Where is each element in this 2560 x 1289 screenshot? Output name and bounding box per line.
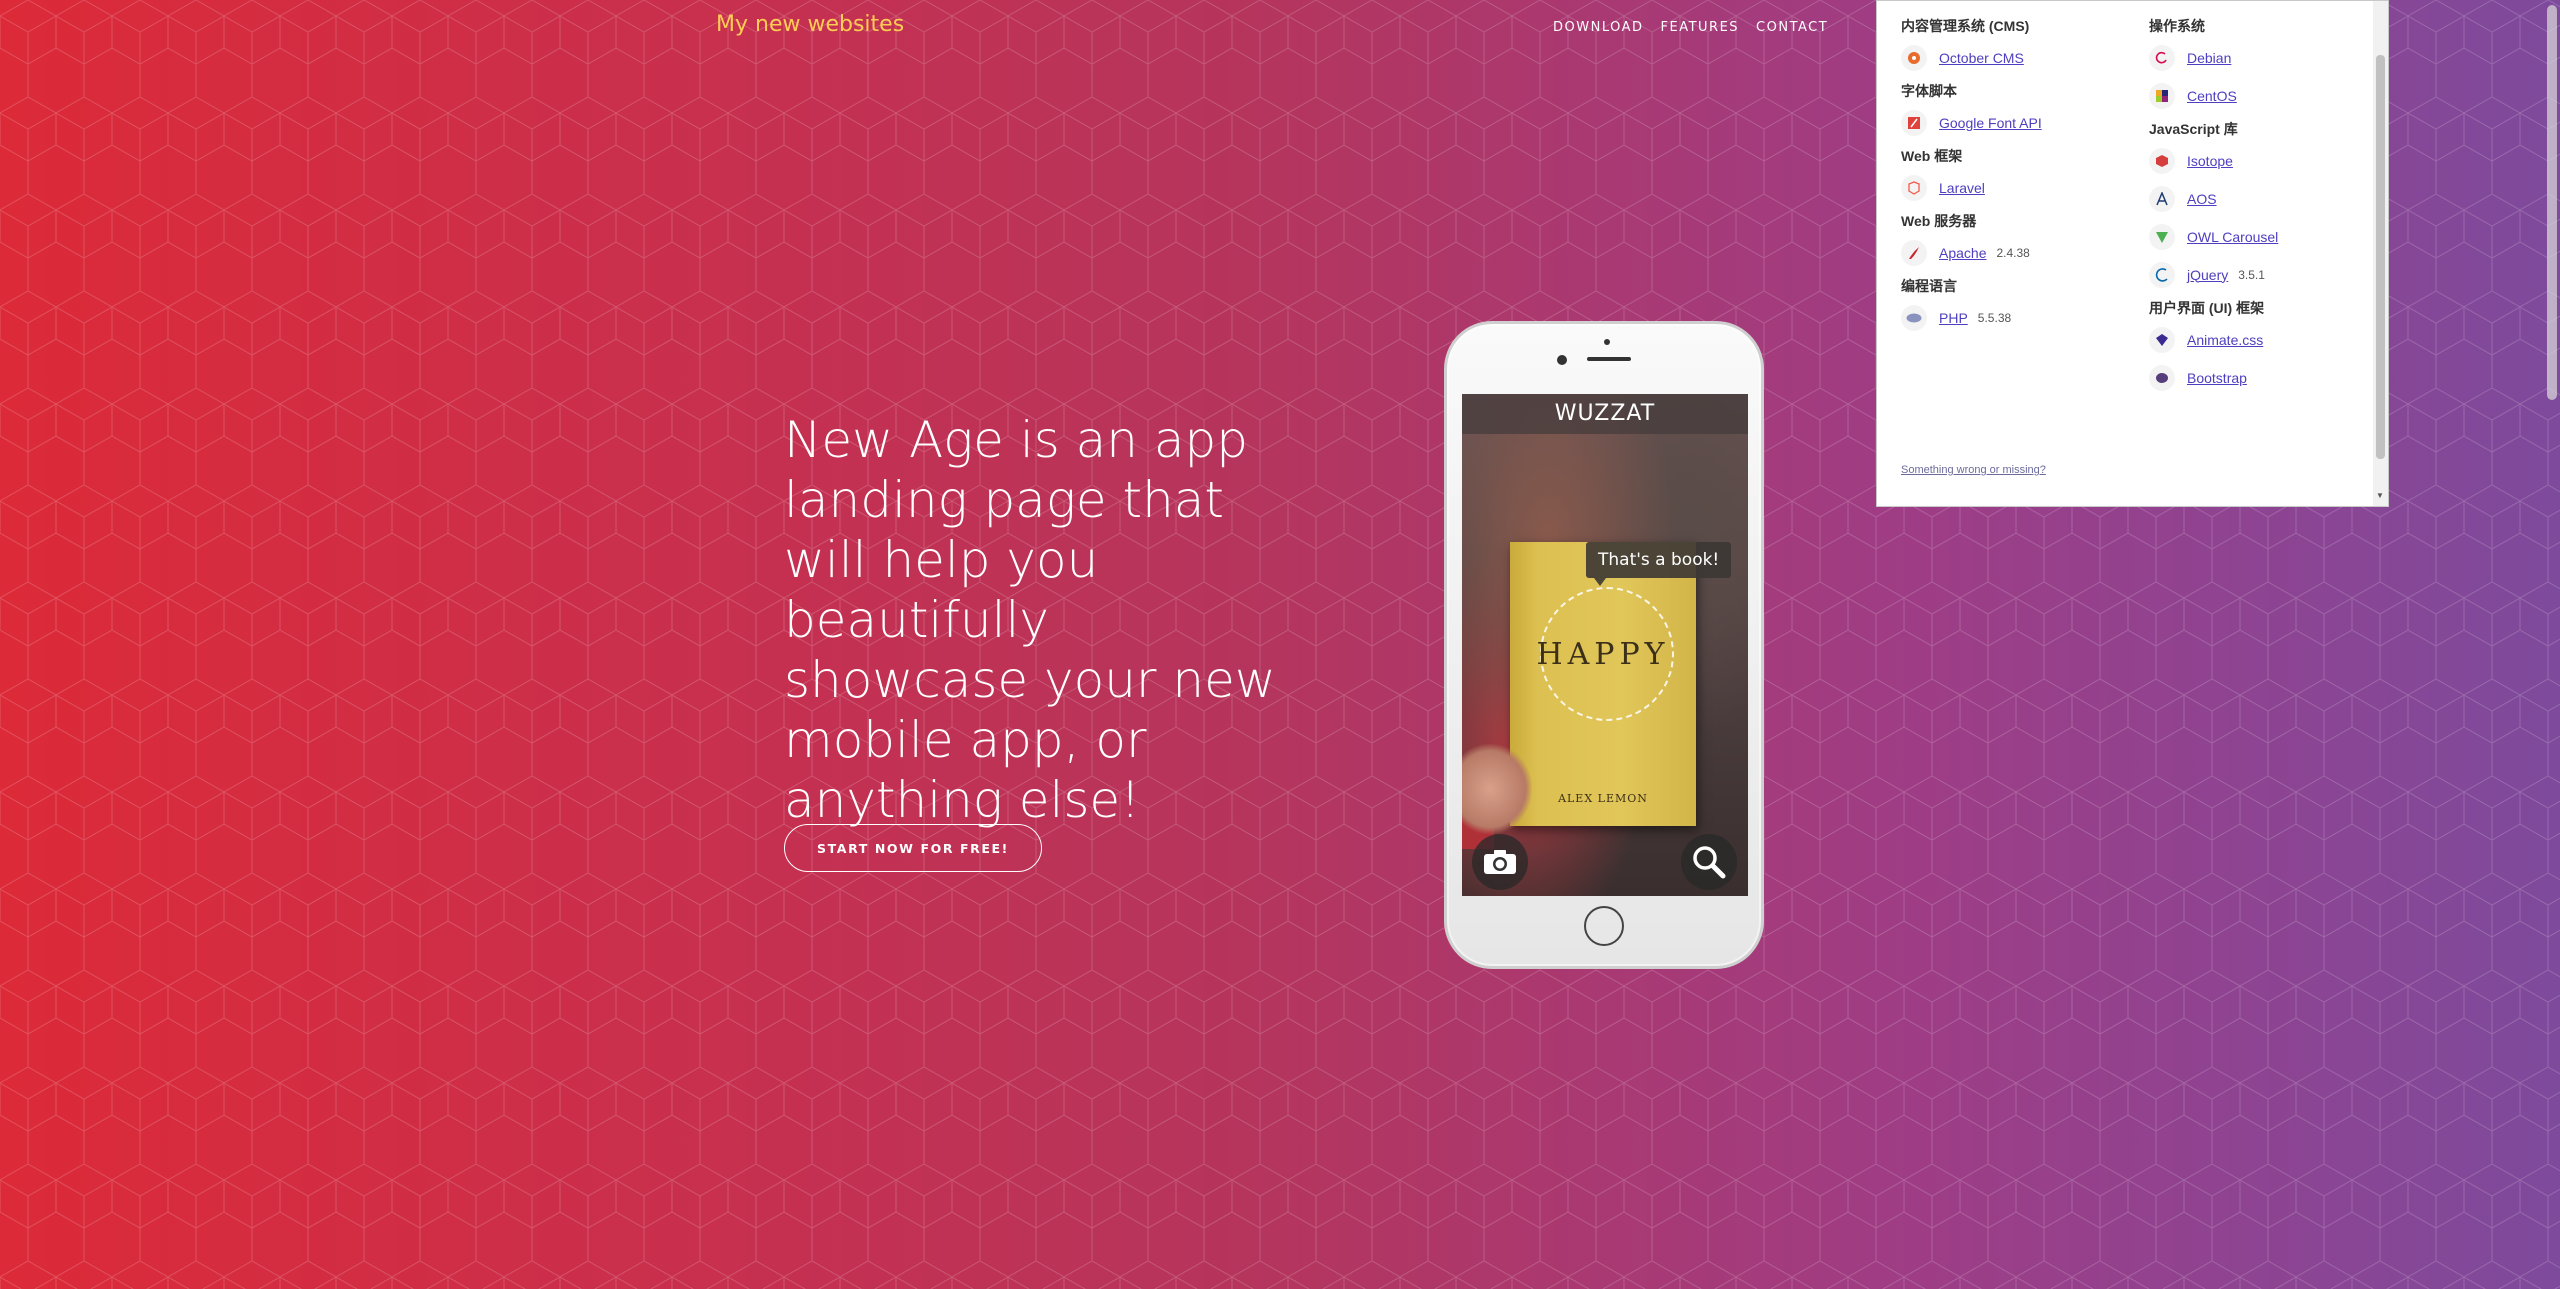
phone-sensor [1604,339,1610,345]
category-programming-languages: 编程语言 PHP 5.5.38 [1901,276,2042,332]
phone-screen: WUZZAT HAPPY ALEX LEMON That's a book! [1462,394,1748,896]
bootstrap-link[interactable]: Bootstrap [2187,370,2247,386]
hero-heading: New Age is an app landing page that will… [784,411,1276,829]
main-nav: DOWNLOAD FEATURES CONTACT [1553,20,1828,35]
tech-item: Apache 2.4.38 [1901,238,2042,267]
wappalyzer-left-column: 内容管理系统 (CMS) October CMS 字体脚本 Google Fon… [1901,16,2042,341]
jquery-version: 3.5.1 [2238,267,2265,282]
october-cms-link[interactable]: October CMS [1939,50,2024,66]
hand-image [1462,744,1532,834]
apache-link[interactable]: Apache [1939,245,1986,261]
category-label: 操作系统 [2149,18,2205,34]
panel-scrollbar-thumb[interactable] [2376,55,2385,459]
bootstrap-icon [2149,364,2175,391]
tech-item: Animate.css [2149,325,2278,354]
nav-contact[interactable]: CONTACT [1756,20,1828,35]
jquery-icon [2149,261,2175,288]
category-label: Web 框架 [1901,148,1963,164]
phone-camera [1557,355,1567,365]
search-icon [1681,834,1737,890]
tech-item: Isotope [2149,146,2278,175]
apache-icon [1901,239,1927,266]
october-cms-icon [1901,44,1927,71]
category-javascript-libraries: JavaScript 库 Isotope AOS OWL Carousel jQ… [2149,119,2278,289]
speech-bubble: That's a book! [1586,542,1732,586]
tech-item: jQuery 3.5.1 [2149,260,2278,289]
tech-item: Bootstrap [2149,363,2278,392]
tech-item: AOS [2149,184,2278,213]
centos-link[interactable]: CentOS [2187,88,2237,104]
category-label: Web 服务器 [1901,213,1977,229]
apache-version: 2.4.38 [1996,245,2030,260]
wappalyzer-panel: 内容管理系统 (CMS) October CMS 字体脚本 Google Fon… [1876,0,2389,507]
php-link[interactable]: PHP [1939,310,1968,326]
book-title: HAPPY [1536,637,1670,672]
report-missing-link[interactable]: Something wrong or missing? [1901,464,2046,476]
tech-item: CentOS [2149,81,2278,110]
google-font-api-link[interactable]: Google Font API [1939,115,2042,131]
wappalyzer-right-column: 操作系统 Debian CentOS JavaScript 库 Isotope … [2149,16,2278,401]
debian-link[interactable]: Debian [2187,50,2231,66]
animate-css-icon [2149,326,2175,353]
php-version: 5.5.38 [1977,310,2012,325]
aos-icon [2149,185,2175,212]
animate-css-link[interactable]: Animate.css [2187,332,2263,348]
nav-features[interactable]: FEATURES [1661,20,1740,35]
category-label: JavaScript 库 [2149,121,2238,137]
tech-item: October CMS [1901,43,2042,72]
home-button [1584,906,1624,946]
category-cms: 内容管理系统 (CMS) October CMS [1901,16,2042,72]
app-title: WUZZAT [1462,394,1748,434]
category-operating-systems: 操作系统 Debian CentOS [2149,16,2278,110]
category-label: 内容管理系统 (CMS) [1901,18,2030,34]
tech-item: PHP 5.5.38 [1901,303,2042,332]
panel-scrollbar[interactable]: ▼ [2373,1,2388,506]
laravel-icon [1901,174,1927,201]
category-web-frameworks: Web 框架 Laravel [1901,146,2042,202]
jquery-link[interactable]: jQuery [2187,267,2228,283]
camera-icon [1472,834,1528,890]
category-label: 用户界面 (UI) 框架 [2149,300,2265,316]
tech-item: Google Font API [1901,108,2042,137]
laravel-link[interactable]: Laravel [1939,180,1985,196]
category-web-servers: Web 服务器 Apache 2.4.38 [1901,211,2042,267]
page-scrollbar[interactable] [2543,0,2560,1289]
brand-link[interactable]: My new websites [716,12,904,37]
category-label: 字体脚本 [1901,83,1957,99]
book-author: ALEX LEMON [1558,792,1648,805]
google-font-api-icon [1901,109,1927,136]
isotope-link[interactable]: Isotope [2187,153,2233,169]
category-font-scripts: 字体脚本 Google Font API [1901,81,2042,137]
php-icon [1901,304,1927,331]
aos-link[interactable]: AOS [2187,191,2217,207]
category-label: 编程语言 [1901,278,1957,294]
owl-carousel-icon [2149,223,2175,250]
category-ui-frameworks: 用户界面 (UI) 框架 Animate.css Bootstrap [2149,298,2278,392]
tech-item: OWL Carousel [2149,222,2278,251]
start-now-button[interactable]: START NOW FOR FREE! [784,824,1042,872]
phone-speaker [1587,357,1631,361]
isotope-icon [2149,147,2175,174]
centos-icon [2149,82,2175,109]
page-scrollbar-thumb[interactable] [2547,5,2557,400]
tech-item: Laravel [1901,173,2042,202]
owl-carousel-link[interactable]: OWL Carousel [2187,229,2278,245]
debian-icon [2149,44,2175,71]
phone-mockup: WUZZAT HAPPY ALEX LEMON That's a book! [1444,321,1764,969]
scroll-down-arrow-icon[interactable]: ▼ [2376,491,2384,500]
nav-download[interactable]: DOWNLOAD [1553,20,1644,35]
tech-item: Debian [2149,43,2278,72]
